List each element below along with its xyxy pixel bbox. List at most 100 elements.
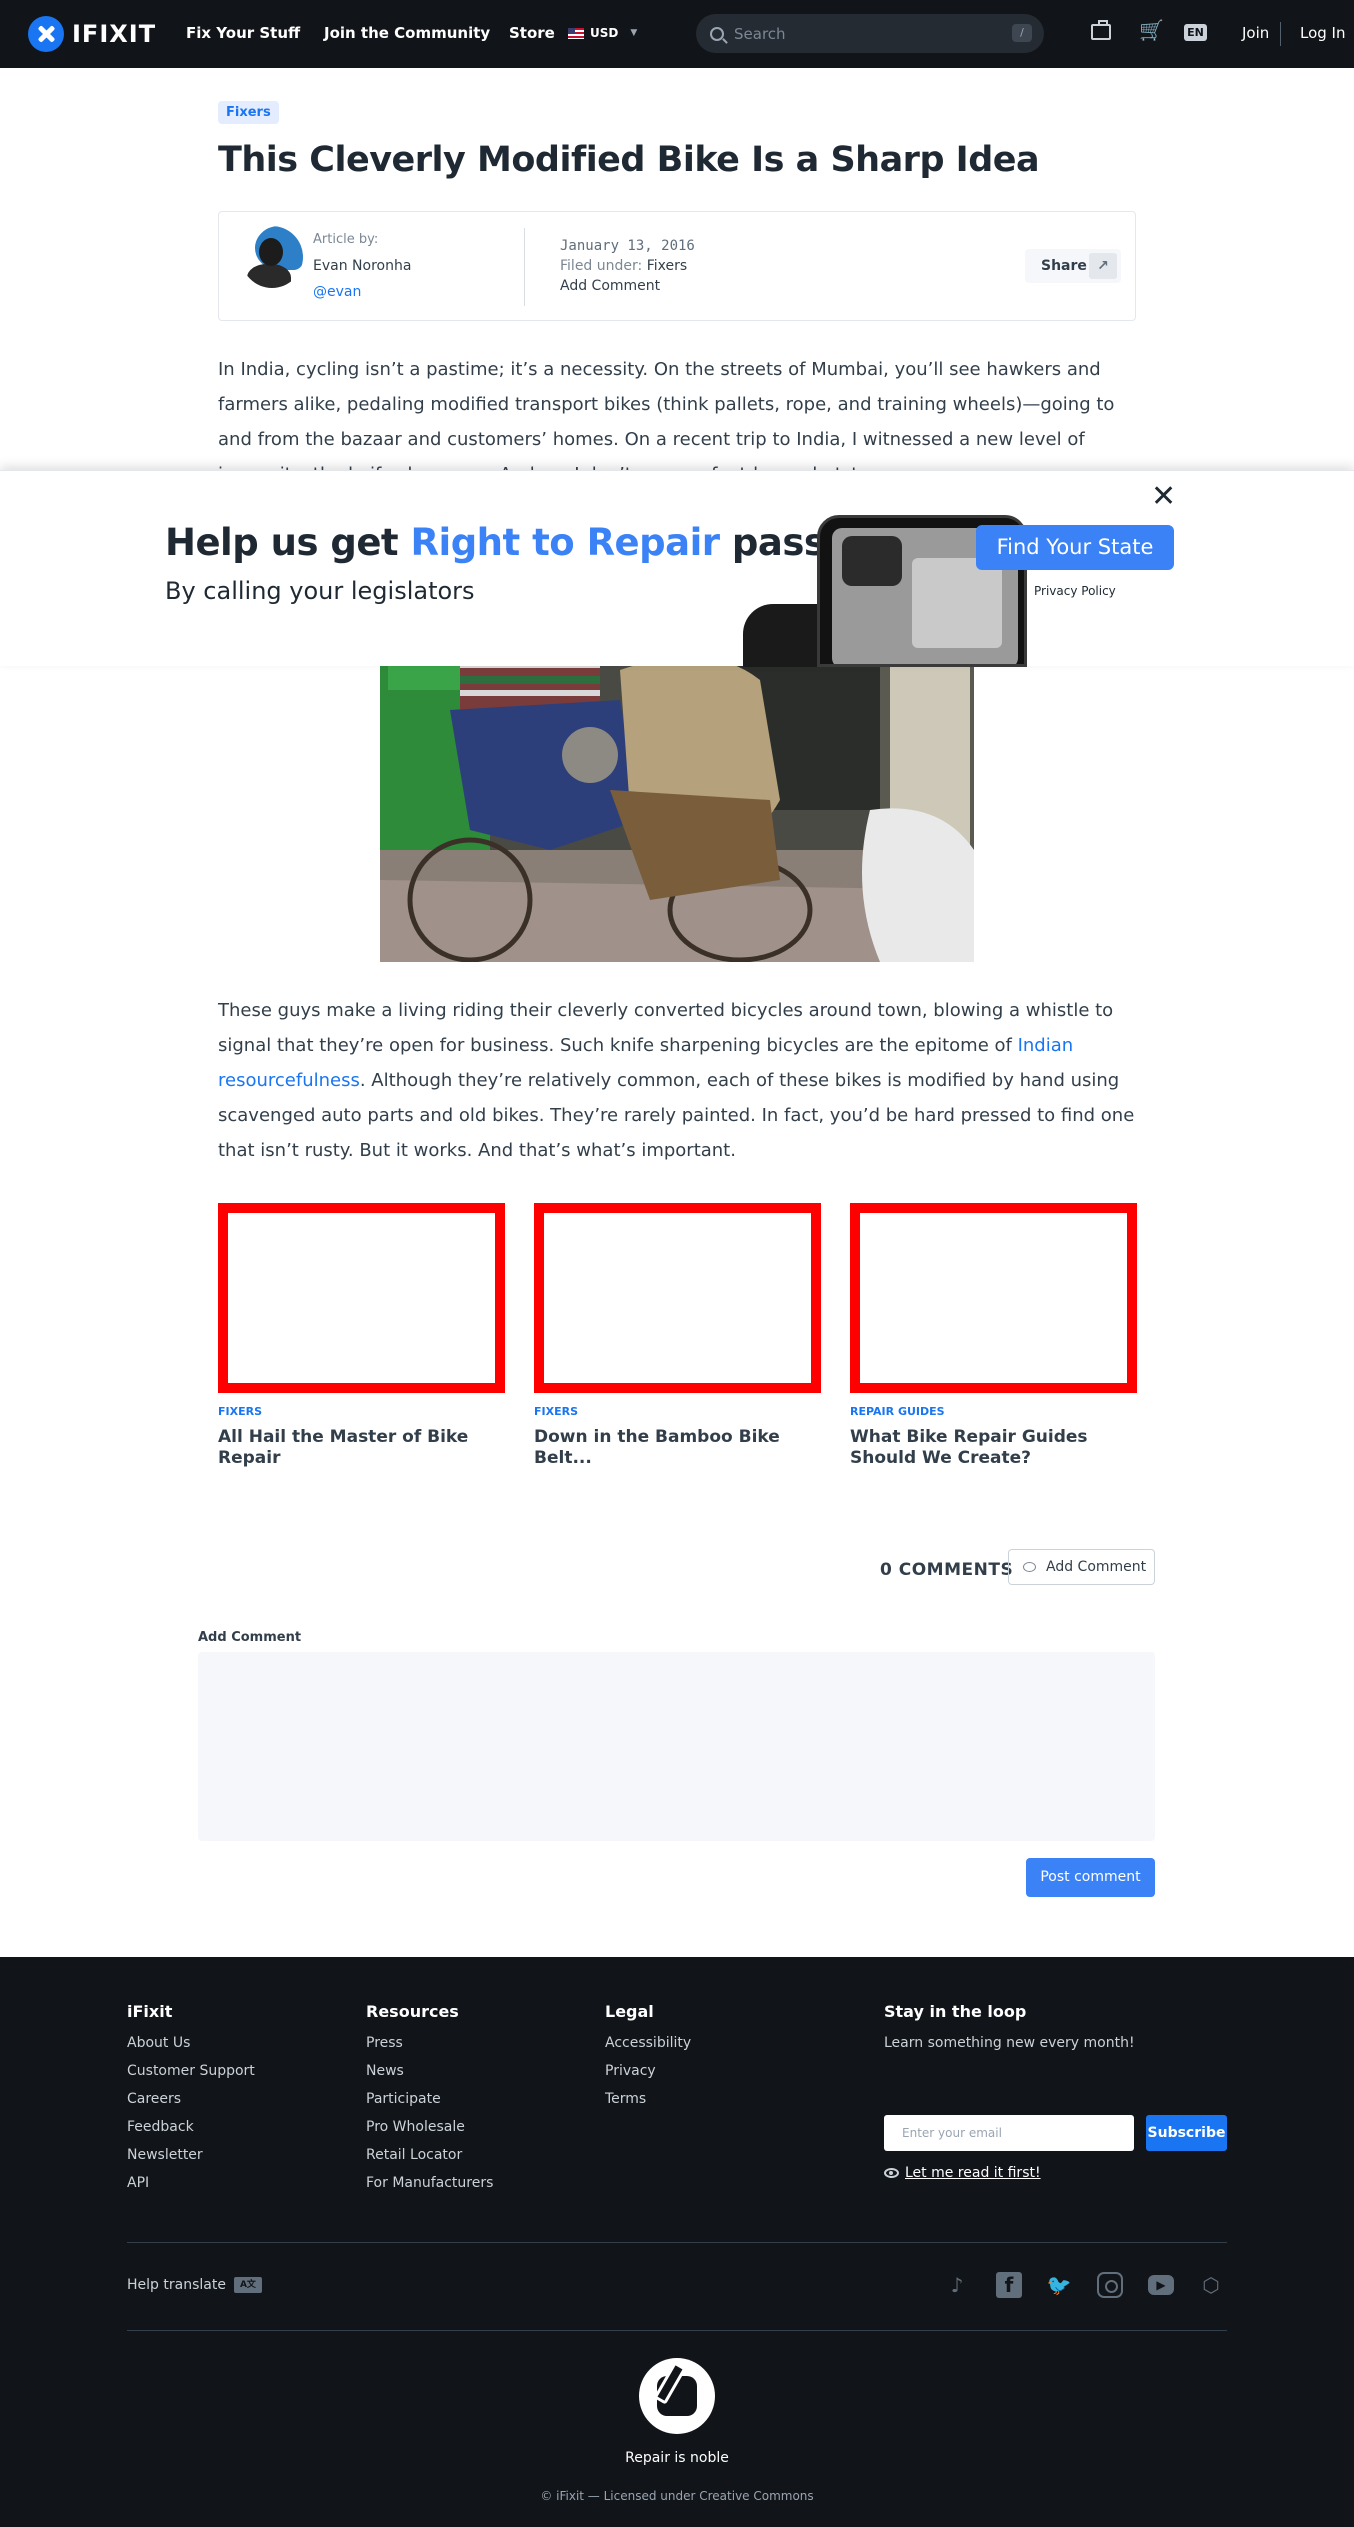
filed-under: Filed under: Fixers (560, 258, 687, 274)
footer-link[interactable]: Privacy (605, 2063, 691, 2079)
author-name: Evan Noronha (313, 258, 412, 274)
subscribe-button[interactable]: Subscribe (1146, 2115, 1227, 2151)
search-shortcut-key: / (1012, 24, 1032, 42)
footer-heading: iFixit (127, 2002, 173, 2021)
newsletter-subtitle: Learn something new every month! (884, 2035, 1135, 2051)
share-button[interactable]: Share ↗ (1025, 249, 1121, 283)
comment-count: 0 COMMENTS (880, 1560, 1014, 1580)
close-icon[interactable]: ✕ (1151, 479, 1176, 514)
ifixit-logo[interactable]: IFIXIT (28, 16, 156, 52)
author-handle[interactable]: @evan (313, 284, 361, 300)
read-first-link[interactable]: Let me read it first! (884, 2165, 1041, 2181)
nav-store[interactable]: Store (509, 24, 555, 42)
footer-link[interactable]: Careers (127, 2091, 255, 2107)
footer-link[interactable]: Customer Support (127, 2063, 255, 2079)
byline-divider (524, 228, 525, 306)
footer-link[interactable]: Press (366, 2035, 493, 2051)
footer-col-resources: Resources Press News Participate Pro Who… (366, 2002, 493, 2203)
related-card[interactable]: REPAIR GUIDES What Bike Repair Guides Sh… (850, 1203, 1137, 1469)
bike-photo (380, 650, 974, 962)
search-input[interactable]: Search / (696, 14, 1044, 53)
facebook-icon[interactable]: f (996, 2272, 1022, 2298)
post-comment-button[interactable]: Post comment (1026, 1858, 1155, 1897)
nav-divider (1280, 22, 1281, 46)
footer-link[interactable]: Newsletter (127, 2147, 255, 2163)
footer-divider (127, 2330, 1227, 2331)
toolbox-icon[interactable] (1091, 20, 1111, 40)
footer-link[interactable]: API (127, 2175, 255, 2191)
footer-link[interactable]: Participate (366, 2091, 493, 2107)
related-card-image[interactable] (850, 1203, 1137, 1393)
article-paragraph-2: These guys make a living riding their cl… (218, 993, 1136, 1168)
filed-value[interactable]: Fixers (647, 258, 687, 274)
article-tag[interactable]: Fixers (218, 101, 279, 124)
join-link[interactable]: Join (1242, 24, 1269, 42)
author-avatar[interactable] (241, 226, 303, 288)
comment-textarea[interactable] (198, 1652, 1155, 1841)
top-nav: IFIXIT Fix Your Stuff Join the Community… (0, 0, 1354, 68)
related-card[interactable]: FIXERS All Hail the Master of Bike Repai… (218, 1203, 505, 1469)
banner-title-before: Help us get (165, 521, 411, 564)
byline-add-comment[interactable]: Add Comment (560, 278, 660, 294)
related-card-category[interactable]: FIXERS (534, 1405, 821, 1418)
related-card-image[interactable] (534, 1203, 821, 1393)
ifixit-logo-icon (28, 16, 64, 52)
newsletter-email-input[interactable]: Enter your email (884, 2115, 1134, 2151)
article-by-label: Article by: (313, 232, 379, 247)
banner-subtitle: By calling your legislators (165, 577, 475, 605)
footer-link[interactable]: Pro Wholesale (366, 2119, 493, 2135)
nav-fix-your-stuff[interactable]: Fix Your Stuff (186, 24, 300, 42)
twitter-icon[interactable]: 🐦 (1046, 2272, 1072, 2298)
currency-selector[interactable]: USD ▼ (568, 26, 637, 40)
language-selector[interactable]: EN (1184, 24, 1207, 41)
comment-bubble-icon (1023, 1562, 1036, 1572)
comment-field-label: Add Comment (198, 1630, 302, 1645)
related-card-title[interactable]: What Bike Repair Guides Should We Create… (850, 1427, 1137, 1469)
repair-org-icon[interactable]: ⬡ (1198, 2272, 1224, 2298)
p2-text-before: These guys make a living riding their cl… (218, 1000, 1114, 1056)
footer-link[interactable]: Accessibility (605, 2035, 691, 2051)
search-icon (710, 26, 724, 41)
find-your-state-button[interactable]: Find Your State (976, 525, 1174, 570)
footer-divider (127, 2242, 1227, 2243)
share-label: Share (1041, 258, 1087, 274)
filed-label: Filed under: (560, 258, 643, 274)
youtube-icon[interactable]: ▶ (1148, 2275, 1174, 2295)
related-card-category[interactable]: FIXERS (218, 1405, 505, 1418)
related-card-title[interactable]: Down in the Bamboo Bike Belt... (534, 1427, 821, 1469)
related-card-title[interactable]: All Hail the Master of Bike Repair (218, 1427, 505, 1469)
right-to-repair-banner: ✕ Help us get Right to Repair passed By … (0, 470, 1354, 667)
related-card-category[interactable]: REPAIR GUIDES (850, 1405, 1137, 1418)
related-card-image[interactable] (218, 1203, 505, 1393)
footer-link[interactable]: Retail Locator (366, 2147, 493, 2163)
footer-link[interactable]: Terms (605, 2091, 691, 2107)
cart-icon[interactable]: 🛒 (1139, 18, 1164, 42)
help-translate-link[interactable]: Help translate A文 (127, 2277, 262, 2293)
footer-link[interactable]: News (366, 2063, 493, 2079)
footer-col-legal: Legal Accessibility Privacy Terms (605, 2002, 691, 2119)
logo-text: IFIXIT (72, 20, 157, 48)
footer-link[interactable]: For Manufacturers (366, 2175, 493, 2191)
banner-title: Help us get Right to Repair passed (165, 521, 877, 564)
instagram-icon[interactable] (1097, 2272, 1123, 2298)
footer-col-newsletter: Stay in the loop Learn something new eve… (884, 2002, 1135, 2065)
login-link[interactable]: Log In (1300, 24, 1346, 42)
footer-heading: Legal (605, 2002, 654, 2021)
tiktok-icon[interactable]: ♪ (944, 2272, 970, 2298)
privacy-policy-link[interactable]: Privacy Policy (1034, 584, 1116, 598)
repair-fist-logo (639, 2358, 715, 2434)
footer-link[interactable]: About Us (127, 2035, 255, 2051)
nav-join-community[interactable]: Join the Community (324, 24, 490, 42)
add-comment-button[interactable]: Add Comment (1008, 1549, 1155, 1585)
footer-link[interactable]: Feedback (127, 2119, 255, 2135)
translate-icon: A文 (233, 2277, 262, 2293)
banner-title-highlight: Right to Repair (410, 521, 721, 564)
currency-label: USD (590, 26, 619, 40)
article-paragraph-1: In India, cycling isn’t a pastime; it’s … (218, 359, 1115, 472)
external-link-icon: ↗ (1089, 253, 1117, 279)
related-card[interactable]: FIXERS Down in the Bamboo Bike Belt... (534, 1203, 821, 1469)
repair-is-noble: Repair is noble (625, 2450, 729, 2466)
read-first-label: Let me read it first! (905, 2165, 1041, 2181)
footer-col-ifixit: iFixit About Us Customer Support Careers… (127, 2002, 255, 2203)
footer-heading: Resources (366, 2002, 459, 2021)
